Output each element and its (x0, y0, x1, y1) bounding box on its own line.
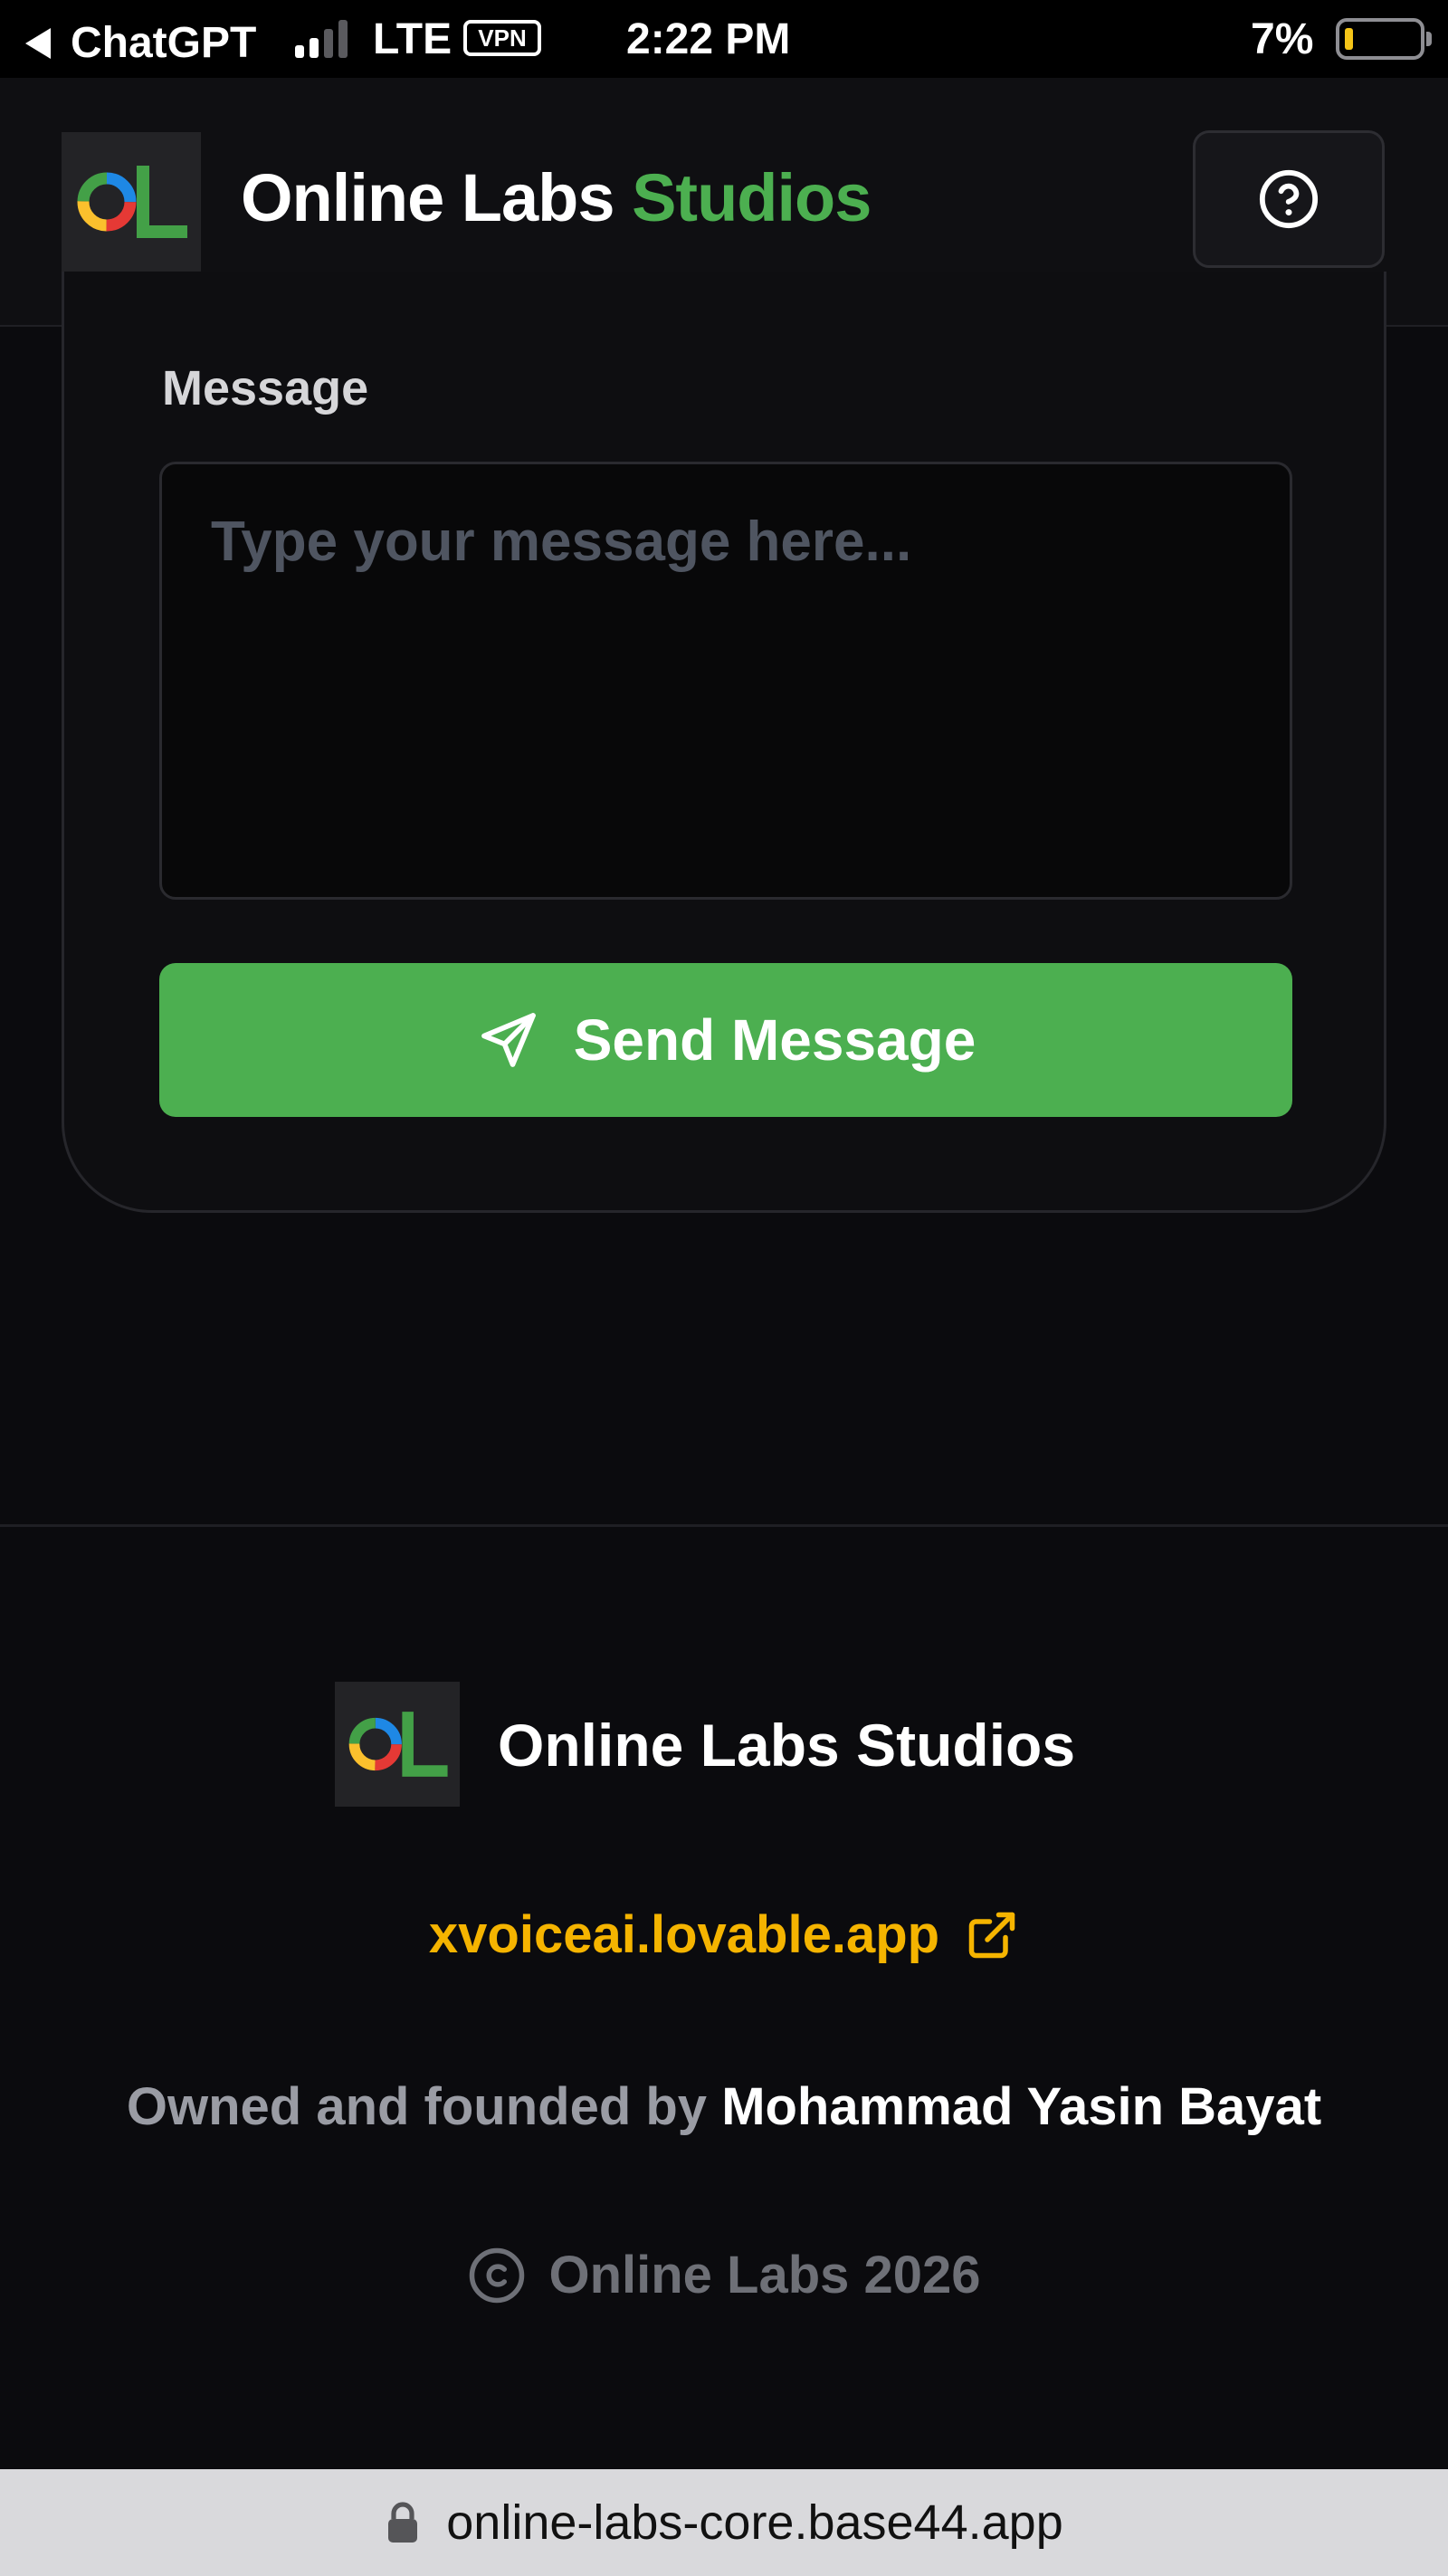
browser-url-bar[interactable]: online-labs-core.base44.app (0, 2469, 1448, 2576)
help-circle-icon (1259, 169, 1319, 229)
battery-tip (1426, 32, 1432, 46)
send-button-label: Send Message (573, 1007, 976, 1073)
clock: 2:22 PM (626, 15, 791, 63)
brand-accent: Studios (632, 160, 872, 235)
ol-logo-icon (77, 166, 187, 238)
message-label: Message (162, 361, 369, 415)
footer-brand: Online Labs Studios (498, 1712, 1076, 1779)
footer-logo (335, 1682, 460, 1807)
copyright-line: Online Labs 2026 (0, 2245, 1448, 2305)
battery-icon (1336, 18, 1424, 60)
brand-primary: Online Labs (241, 160, 615, 235)
header-logo[interactable] (62, 132, 201, 272)
url-text: online-labs-core.base44.app (446, 2495, 1063, 2550)
send-message-button[interactable]: Send Message (159, 963, 1292, 1117)
battery-level (1345, 28, 1353, 50)
owner-prefix: Owned and founded by (126, 2077, 708, 2136)
ol-logo-icon (348, 1712, 448, 1777)
contact-form-card: Message Send Message (62, 272, 1386, 1213)
message-textarea[interactable] (159, 462, 1292, 900)
network-type: LTE (373, 15, 452, 63)
back-arrow-icon (25, 27, 51, 59)
back-to-app-button[interactable]: ChatGPT (25, 18, 256, 68)
owner-line: Owned and founded by Mohammad Yasin Baya… (0, 2076, 1448, 2137)
footer-divider (0, 1524, 1448, 1527)
signal-strength-icon (295, 18, 348, 58)
back-app-label: ChatGPT (71, 19, 257, 67)
send-icon (481, 1013, 536, 1067)
battery-percent: 7% (1251, 15, 1314, 63)
help-button[interactable] (1193, 130, 1385, 268)
footer-website-link[interactable]: xvoiceai.lovable.app (0, 1904, 1448, 1965)
brand-title: Online Labs Studios (241, 159, 872, 236)
status-bar: ChatGPT LTE VPN 2:22 PM 7% (0, 0, 1448, 78)
copyright-text: Online Labs 2026 (548, 2246, 981, 2304)
owner-name: Mohammad Yasin Bayat (721, 2077, 1322, 2136)
external-link-icon (968, 1912, 1015, 1958)
vpn-badge: VPN (463, 20, 541, 56)
lock-icon (388, 2502, 418, 2543)
footer-link-text: xvoiceai.lovable.app (428, 1905, 940, 1964)
copyright-icon (470, 2247, 525, 2303)
